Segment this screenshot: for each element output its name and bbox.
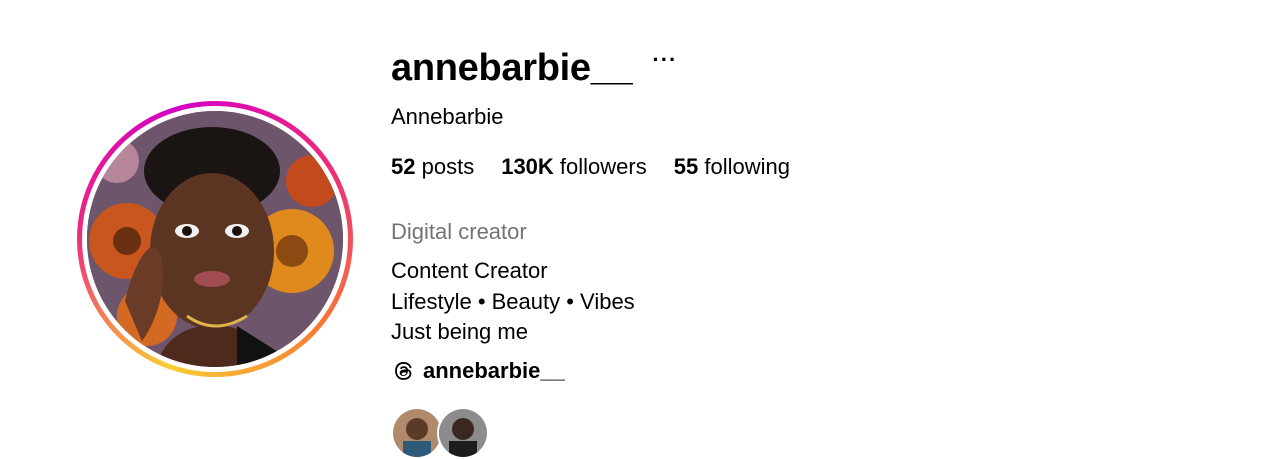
username-row: annebarbie__ ···	[391, 44, 677, 92]
mutual-followers-avatars[interactable]	[391, 407, 489, 459]
profile-avatar-ring[interactable]	[77, 101, 353, 377]
posts-count: 52	[391, 154, 416, 179]
profile-username: annebarbie__	[391, 46, 633, 89]
threads-icon	[395, 362, 412, 380]
posts-label: posts	[421, 154, 475, 179]
profile-stats: 52 posts 130K followers 55 following	[391, 154, 817, 180]
followers-label: followers	[559, 154, 647, 179]
more-options-icon[interactable]: ···	[652, 49, 677, 71]
followers-count: 130K	[501, 154, 554, 179]
followers-stat[interactable]: 130K followers	[501, 154, 647, 180]
profile-info: annebarbie__ ··· Annebarbie 52 posts 130…	[391, 44, 790, 459]
following-label: following	[704, 154, 790, 179]
following-stat[interactable]: 55 following	[674, 154, 790, 180]
profile-bio: Content Creator Lifestyle • Beauty • Vib…	[391, 256, 635, 348]
avatar-photo-illustration	[87, 111, 343, 367]
mutual-avatar	[391, 407, 443, 459]
avatar-border	[82, 106, 348, 372]
bio-line: Content Creator	[391, 258, 548, 283]
threads-link[interactable]: annebarbie__	[391, 358, 565, 384]
profile-category: Digital creator	[391, 219, 527, 244]
bio-line: Just being me	[391, 319, 528, 344]
bio-line: Lifestyle • Beauty • Vibes	[391, 288, 635, 314]
mutual-avatar	[437, 407, 489, 459]
profile-full-name: Annebarbie	[391, 104, 504, 129]
profile-avatar[interactable]	[87, 111, 343, 367]
following-count: 55	[673, 154, 699, 179]
threads-handle: annebarbie__	[423, 358, 565, 383]
posts-stat[interactable]: 52 posts	[391, 154, 474, 180]
